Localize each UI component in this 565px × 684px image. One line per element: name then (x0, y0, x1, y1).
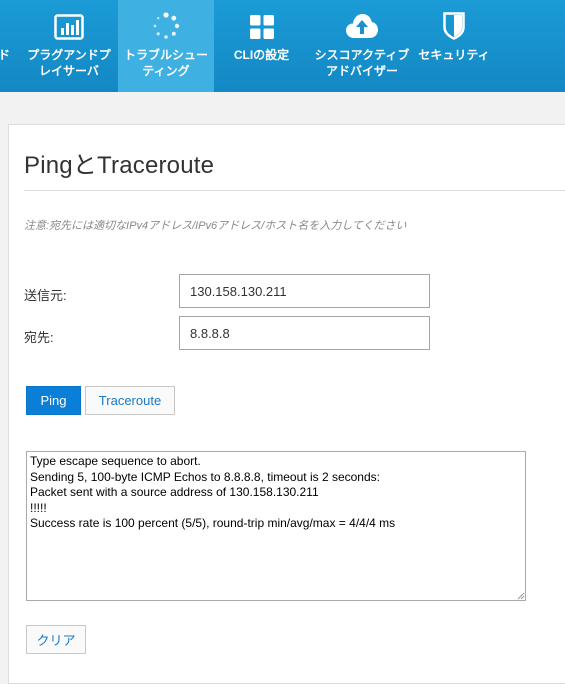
shield-icon (443, 0, 465, 44)
top-nav: ド プラグアンドプ レイサーバ トラブルシュー ティング CLIの設定 シスコア… (0, 0, 565, 92)
nav-item-cisco-active-advisor[interactable]: シスコアクティブ アドバイザー (309, 0, 415, 92)
nav-item-label: トラブルシュー ティング (123, 48, 208, 78)
cloud-upload-icon (345, 0, 379, 44)
destination-label: 宛先: (24, 330, 54, 345)
destination-input[interactable] (179, 316, 430, 350)
title-divider (24, 190, 565, 191)
destination-note: 注意:宛先には適切なIPv4アドレス/IPv6アドレス/ホスト名を入力してくださ… (24, 220, 407, 232)
ping-traceroute-panel: PingとTraceroute 注意:宛先には適切なIPv4アドレス/IPv6ア… (8, 124, 565, 684)
ping-button[interactable]: Ping (26, 386, 81, 415)
output-textarea[interactable]: Type escape sequence to abort. Sending 5… (26, 451, 526, 601)
source-input[interactable] (179, 274, 430, 308)
nav-item-pnp-server[interactable]: プラグアンドプ レイサーバ (20, 0, 118, 92)
clear-button[interactable]: クリア (26, 625, 86, 654)
grid-icon (249, 0, 275, 44)
nav-item-label: プラグアンドプ レイサーバ (27, 48, 111, 78)
nav-item-cli-settings[interactable]: CLIの設定 (214, 0, 309, 92)
nav-item-label: シスコアクティブ アドバイザー (314, 48, 410, 78)
nav-item-security[interactable]: セキュリティ (415, 0, 493, 92)
bar-chart-icon (54, 0, 84, 44)
nav-item-troubleshooting[interactable]: トラブルシュー ティング (118, 0, 214, 92)
nav-item-label: CLIの設定 (233, 48, 290, 62)
nav-item-dashboard[interactable]: ド (0, 0, 20, 92)
nav-item-label: ド (0, 48, 10, 62)
page-title: PingとTraceroute (24, 152, 215, 179)
nav-item-label: セキュリティ (418, 48, 490, 62)
spinner-icon (152, 0, 180, 44)
source-label: 送信元: (24, 288, 67, 303)
traceroute-button[interactable]: Traceroute (85, 386, 175, 415)
resize-grip-icon[interactable] (515, 590, 525, 600)
